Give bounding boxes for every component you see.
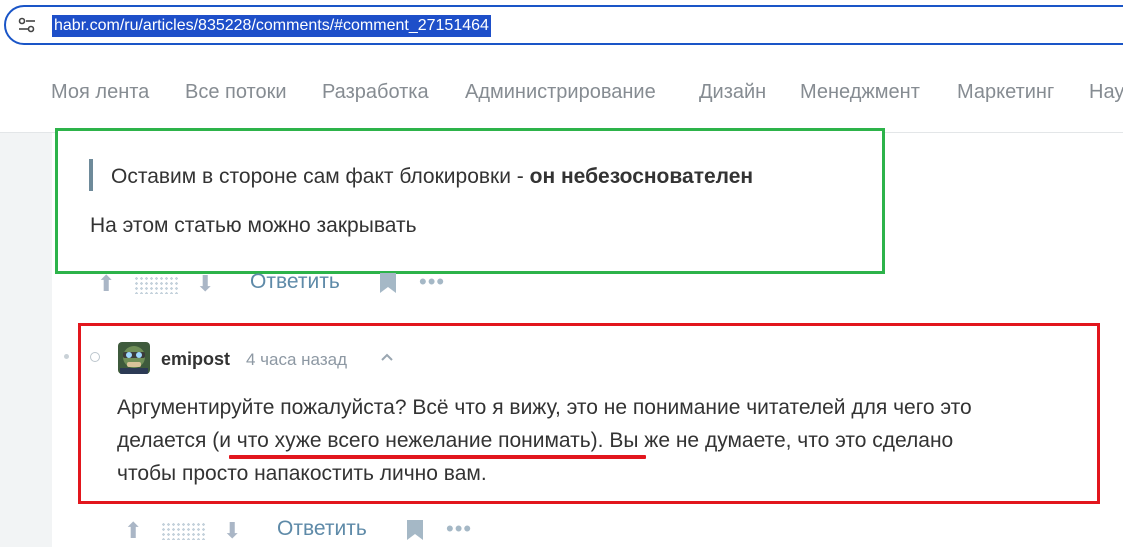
page-gutter [0,133,52,547]
chevron-up-icon[interactable] [380,350,394,364]
nav-item-design[interactable]: Дизайн [699,80,766,104]
red-underline [229,455,646,459]
reply-button[interactable]: Ответить [250,270,340,294]
nav-item-management[interactable]: Менеджмент [800,80,920,104]
arrow-up-icon[interactable]: ⬆ [97,273,115,295]
comment-text-line-3: чтобы просто напакостить лично вам. [117,462,487,485]
quote-bar [89,159,93,191]
comment-time[interactable]: 4 часа назад [246,349,347,371]
nav-item-marketing[interactable]: Маркетинг [957,80,1054,104]
quote-bold: он небезоснователен [529,165,754,188]
comment-username[interactable]: emipost [161,348,230,370]
arrow-up-icon[interactable]: ⬆ [124,520,142,542]
url-text[interactable]: habr.com/ru/articles/835228/comments/#co… [52,15,491,37]
nav-item-science[interactable]: Нау [1089,80,1123,104]
avatar[interactable] [118,342,150,374]
rating-placeholder [161,522,205,540]
arrow-down-icon[interactable]: ⬇ [196,273,214,295]
thread-dot [64,354,69,359]
nav-item-administration[interactable]: Администрирование [465,80,656,104]
nav-item-development[interactable]: Разработка [322,80,429,104]
more-icon[interactable]: ••• [446,518,472,540]
quote-text: Оставим в стороне сам факт блокировки - … [111,164,753,190]
tune-icon[interactable] [18,17,36,33]
nav-item-all-flows[interactable]: Все потоки [185,80,287,104]
more-icon[interactable]: ••• [419,271,445,293]
arrow-down-icon[interactable]: ⬇ [223,520,241,542]
comment-body: На этом статью можно закрывать [90,214,417,237]
comment-text-line-1: Аргументируйте пожалуйста? Всё что я виж… [117,396,972,419]
quote-normal: Оставим в стороне сам факт блокировки - [111,165,530,188]
nav-item-my-feed[interactable]: Моя лента [51,80,149,104]
comment-text-line-2: делается (и что хуже всего нежелание пон… [117,429,954,452]
green-highlight-box [55,128,885,274]
reply-button[interactable]: Ответить [277,517,367,541]
thread-ring [90,352,100,362]
rating-placeholder [134,276,178,294]
